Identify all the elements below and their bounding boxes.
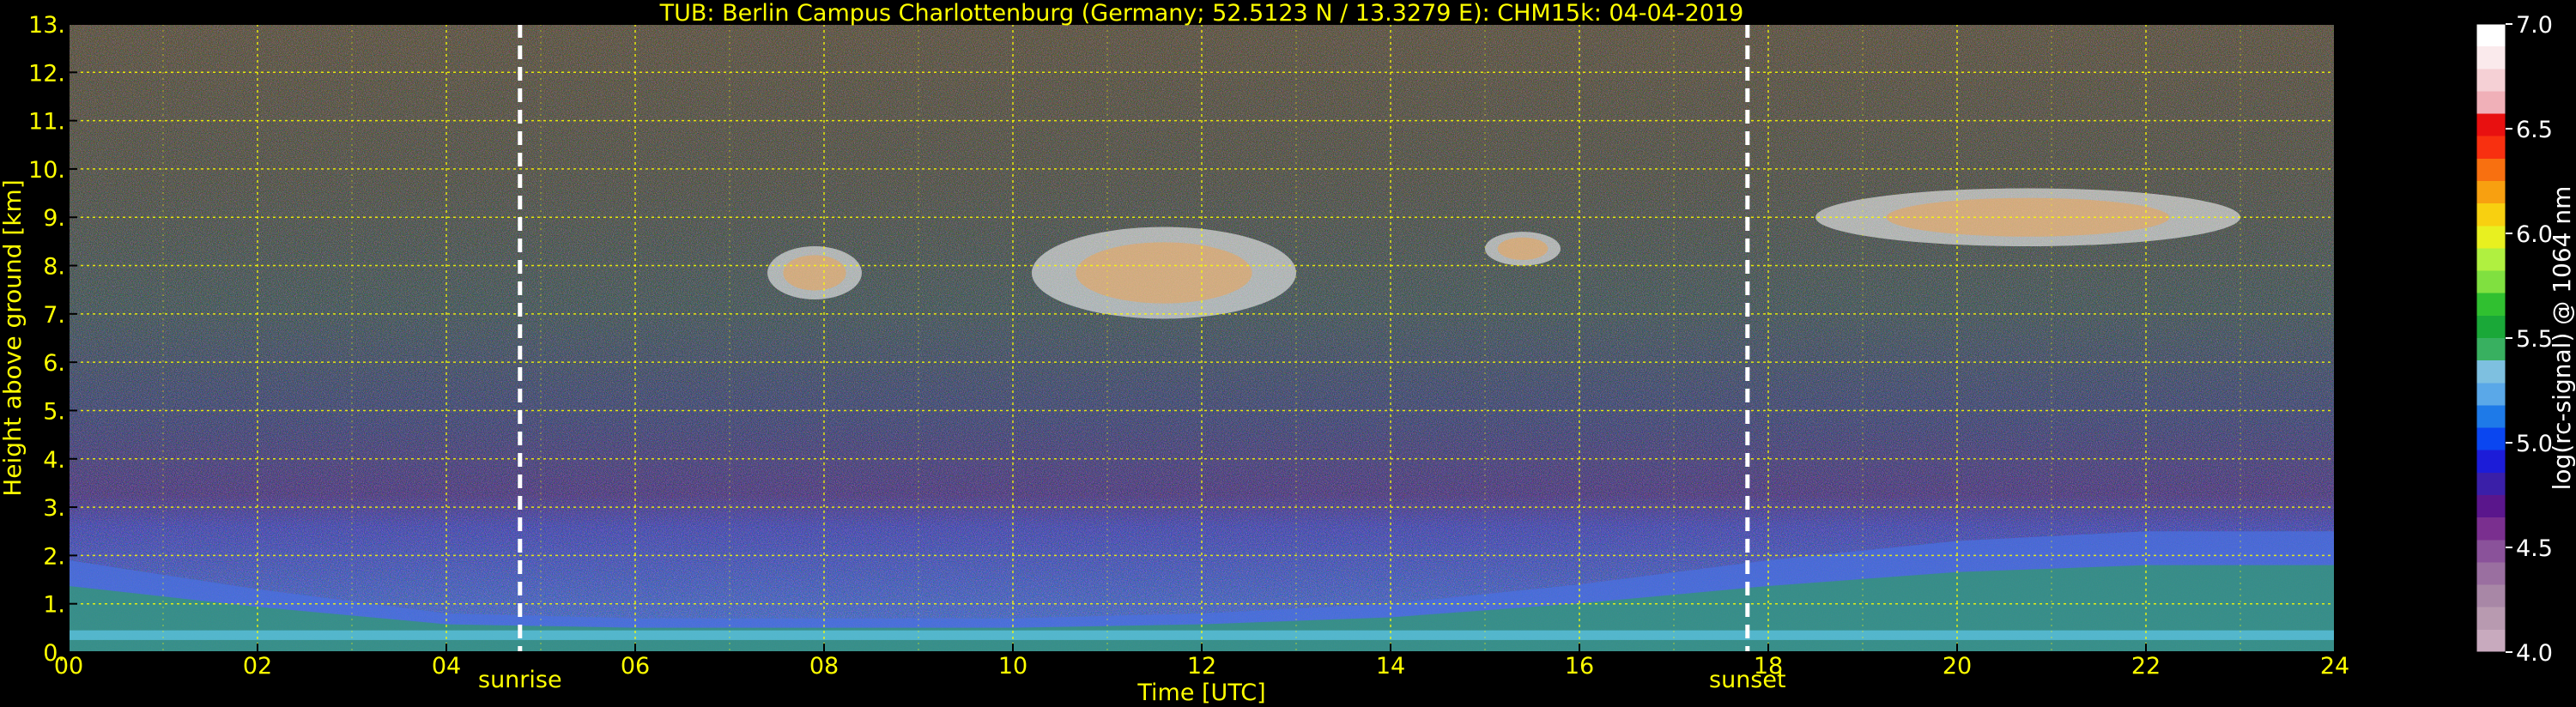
x-tick-label: 08	[809, 653, 839, 680]
y-tick-label: 4.	[43, 447, 65, 474]
x-tick-label: 14	[1376, 653, 1405, 680]
y-tick-label: 9.	[43, 205, 65, 232]
colorbar-tick-label: 7.0	[2516, 12, 2553, 39]
y-tick-label: 10.	[28, 157, 65, 184]
x-axis-label: Time [UTC]	[1136, 680, 1265, 706]
x-tick-label: 04	[432, 653, 461, 680]
event-label-sunrise: sunrise	[478, 667, 562, 693]
colorbar-tick-label: 6.5	[2516, 117, 2553, 143]
x-tick-label: 22	[2131, 653, 2161, 680]
x-tick-label: 10	[998, 653, 1027, 680]
colorbar-tick-label: 4.0	[2516, 640, 2553, 667]
y-tick-label: 13.	[28, 12, 65, 39]
y-tick-label: 1.	[43, 592, 65, 619]
colorbar: 4.04.55.05.56.06.57.0 log(rc-signal) @ 1…	[2476, 12, 2576, 667]
x-tick-label: 02	[243, 653, 272, 680]
colorbar-gradient	[2476, 23, 2506, 653]
colorbar-tick-label: 4.5	[2516, 535, 2553, 562]
y-tick-label: 5.	[43, 398, 65, 425]
x-tick-label: 18	[1754, 653, 1783, 680]
lidar-chart: sunrise sunset 00 02 04 06 08 10 12 14 16 18 20 22 24…	[0, 0, 2576, 706]
cloud-core-2	[1497, 237, 1549, 260]
y-tick-label: 6.	[43, 350, 65, 377]
colorbar-ticks: 4.04.55.05.56.06.57.0	[2506, 12, 2553, 667]
chart-title: TUB: Berlin Campus Charlottenburg (Germa…	[659, 0, 1744, 27]
x-tick-label: 12	[1187, 653, 1216, 680]
y-tick-label: 0.	[43, 640, 65, 667]
x-tick-label: 16	[1565, 653, 1594, 680]
colorbar-label: log(rc-signal) @ 1064 nm	[2548, 186, 2576, 491]
y-tick-label: 11.	[28, 109, 65, 136]
x-tick-label: 06	[621, 653, 650, 680]
y-tick-label: 2.	[43, 543, 65, 570]
cloud-core-1	[1076, 242, 1252, 304]
cloud-core-0	[783, 255, 846, 291]
x-tick-label: 20	[1943, 653, 1972, 680]
x-tick-label: 24	[2320, 653, 2349, 680]
y-tick-label: 12.	[28, 60, 65, 87]
y-axis-label: Height above ground [km]	[0, 179, 27, 497]
y-tick-label: 7.	[43, 302, 65, 329]
y-tick-label: 3.	[43, 495, 65, 522]
y-tick-label: 8.	[43, 254, 65, 281]
